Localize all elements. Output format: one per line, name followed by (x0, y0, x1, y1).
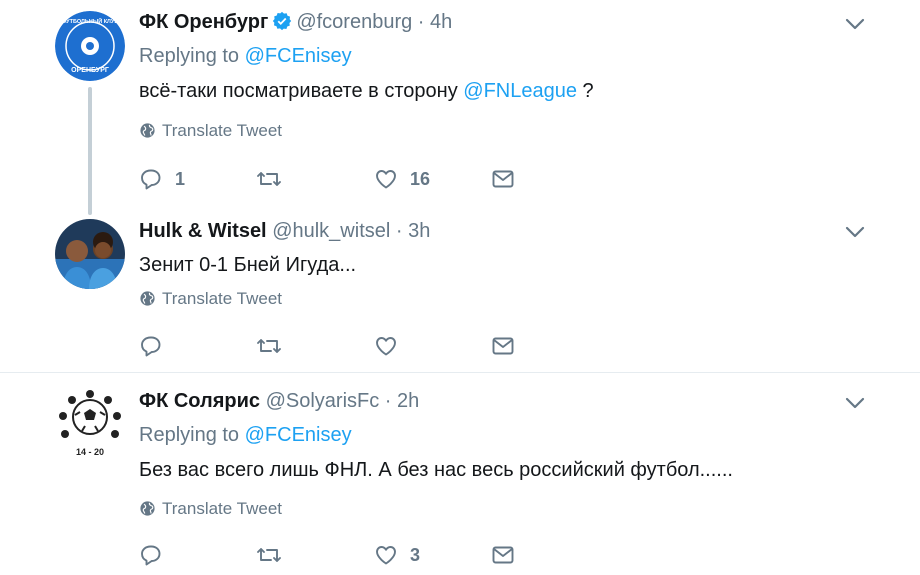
tweet-text: Без вас всего лишь ФНЛ. А без нас весь р… (139, 459, 733, 481)
tweet-actions: 3 (139, 541, 539, 569)
svg-text:ФУТБОЛЬНЫЙ КЛУБ: ФУТБОЛЬНЫЙ КЛУБ (62, 17, 119, 25)
tweet-fcorenburg[interactable]: ФУТБОЛЬНЫЙ КЛУБ ОРЕНБУРГ ФК Оренбург @fco… (0, 0, 920, 215)
replying-to-label: Replying to (139, 45, 240, 67)
globe-icon (139, 499, 162, 518)
separator-dot: · (395, 220, 403, 242)
avatar[interactable]: 14 - 20 (55, 389, 125, 459)
like-button[interactable] (374, 332, 398, 360)
translate-label: Translate Tweet (162, 121, 283, 140)
display-name[interactable]: Hulk & Witsel (139, 220, 267, 242)
tweet-actions (139, 332, 539, 360)
chevron-down-icon[interactable] (843, 391, 867, 415)
retweet-button[interactable] (256, 165, 294, 193)
svg-text:ОРЕНБУРГ: ОРЕНБУРГ (71, 67, 109, 74)
tweet-hulk-witsel[interactable]: Hulk & Witsel @hulk_witsel · 3h Зенит 0-… (0, 206, 920, 373)
replying-to-label: Replying to (139, 424, 240, 446)
svg-text:14 - 20: 14 - 20 (76, 447, 104, 457)
avatar[interactable]: ФУТБОЛЬНЫЙ КЛУБ ОРЕНБУРГ (55, 11, 125, 81)
retweet-button[interactable] (256, 541, 282, 569)
translate-label: Translate Tweet (162, 499, 283, 518)
direct-message-icon (491, 334, 515, 358)
chevron-down-icon[interactable] (843, 220, 867, 244)
translate-label: Translate Tweet (162, 289, 283, 308)
replying-to: Replying to @FCEnisey (139, 424, 352, 447)
separator-dot: · (384, 390, 392, 412)
reply-button[interactable] (139, 332, 163, 360)
display-name[interactable]: ФК Солярис (139, 390, 260, 412)
thread-connector (88, 87, 92, 215)
tweet-header: ФК Оренбург @fcorenburg · 4h (139, 10, 452, 37)
direct-message-button[interactable] (491, 332, 515, 360)
tweet-solyarisfc[interactable]: 14 - 20 ФК Солярис @SolyarisFc · 2h Repl… (0, 373, 920, 575)
avatar[interactable] (55, 219, 125, 289)
handle[interactable]: @fcorenburg (296, 11, 412, 33)
direct-message-button[interactable] (491, 541, 515, 569)
verified-badge-icon (272, 11, 292, 37)
replying-to: Replying to @FCEnisey (139, 45, 352, 68)
timestamp[interactable]: 3h (408, 220, 430, 242)
reply-icon (139, 334, 163, 358)
direct-message-icon (491, 543, 515, 567)
reply-button[interactable] (139, 541, 163, 569)
retweet-icon (256, 167, 282, 191)
like-count: 16 (410, 168, 431, 189)
globe-icon (139, 289, 162, 308)
like-icon (374, 334, 398, 358)
translate-tweet-link[interactable]: Translate Tweet (139, 121, 282, 141)
tweet-actions: 1 16 (139, 165, 539, 193)
tweet-text: Зенит 0-1 Бней Игуда... (139, 254, 357, 276)
like-icon (374, 543, 398, 567)
like-button[interactable]: 3 (374, 541, 420, 569)
chevron-down-icon[interactable] (843, 12, 867, 36)
handle[interactable]: @SolyarisFc (266, 390, 380, 412)
timestamp[interactable]: 4h (430, 11, 452, 33)
reply-icon (139, 167, 163, 191)
reply-icon (139, 543, 163, 567)
tweet-header: ФК Солярис @SolyarisFc · 2h (139, 389, 419, 413)
tweet-header: Hulk & Witsel @hulk_witsel · 3h (139, 219, 430, 243)
reply-button[interactable]: 1 (139, 165, 185, 193)
translate-tweet-link[interactable]: Translate Tweet (139, 289, 282, 309)
like-icon (374, 167, 398, 191)
mention-link[interactable]: @FNLeague (463, 80, 577, 102)
retweet-button[interactable] (256, 332, 282, 360)
retweet-icon (256, 334, 282, 358)
tweet-text-part: ? (582, 80, 594, 102)
replying-to-link[interactable]: @FCEnisey (245, 45, 352, 67)
display-name[interactable]: ФК Оренбург (139, 11, 268, 33)
handle[interactable]: @hulk_witsel (272, 220, 390, 242)
globe-icon (139, 121, 162, 140)
separator-dot: · (417, 11, 425, 33)
translate-tweet-link[interactable]: Translate Tweet (139, 499, 282, 519)
tweet-text: всё-таки посматриваете в сторону @FNLeag… (139, 80, 594, 103)
reply-count: 1 (175, 168, 186, 189)
like-count: 3 (410, 544, 421, 565)
direct-message-button[interactable] (491, 165, 515, 193)
retweet-icon (256, 543, 282, 567)
tweet-text-part: всё-таки посматриваете в сторону (139, 80, 458, 102)
like-button[interactable]: 16 (374, 165, 430, 193)
timestamp[interactable]: 2h (397, 390, 419, 412)
direct-message-icon (491, 167, 515, 191)
replying-to-link[interactable]: @FCEnisey (245, 424, 352, 446)
